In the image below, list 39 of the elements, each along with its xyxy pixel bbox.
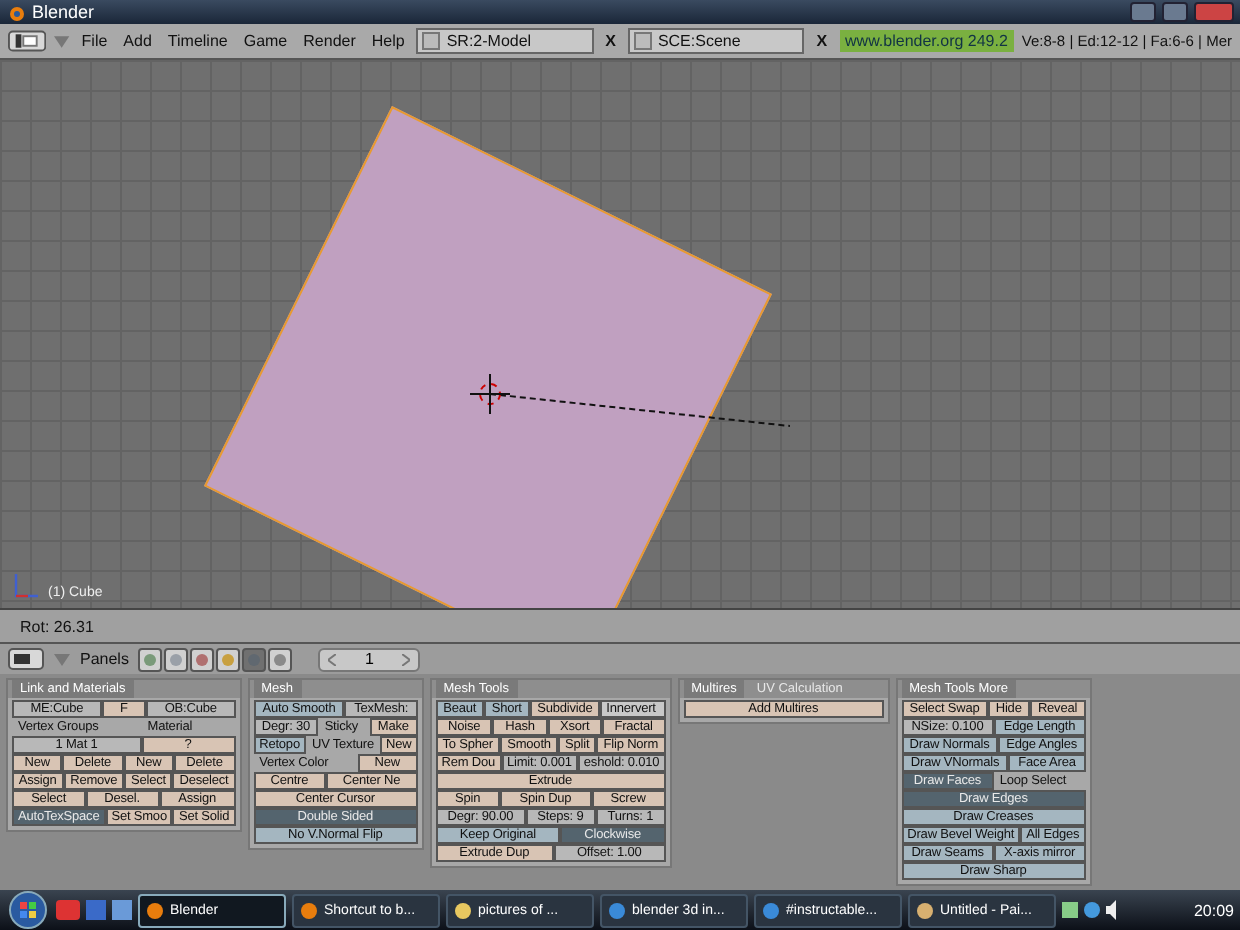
start-orb-icon[interactable]: [6, 890, 50, 930]
maximize-button[interactable]: [1162, 2, 1188, 22]
quick-launch-icon[interactable]: [56, 900, 80, 920]
app-icon: [916, 901, 934, 919]
menu-item[interactable]: Help: [367, 32, 409, 50]
context-button-icon[interactable]: [216, 647, 241, 671]
delete-screen-button[interactable]: X: [601, 32, 620, 50]
context-button-icon[interactable]: [138, 647, 163, 671]
delete-scene-button[interactable]: X: [812, 32, 832, 50]
blender-logo-icon: [6, 3, 26, 21]
app-icon: [608, 901, 626, 919]
editor-type-icon[interactable]: [8, 30, 47, 52]
window-title: Blender: [32, 2, 95, 22]
menu-item[interactable]: File: [77, 32, 112, 50]
editor-type-icon[interactable]: [8, 648, 44, 670]
app-icon: [146, 901, 164, 919]
menu-item[interactable]: Timeline: [163, 32, 232, 50]
context-button-icon[interactable]: [268, 647, 293, 671]
menu-item[interactable]: Add: [119, 32, 156, 50]
axes-icon: [12, 572, 40, 600]
context-button-icon[interactable]: [164, 647, 189, 671]
menu-item[interactable]: Game: [239, 32, 292, 50]
tray-icons-icon[interactable]: [1062, 900, 1122, 920]
clock: 20:09: [1193, 901, 1234, 919]
minimize-button[interactable]: [1130, 2, 1156, 22]
panels-label: Panels: [80, 650, 129, 668]
menu-item[interactable]: Render: [299, 32, 360, 50]
scene-selector[interactable]: SCE:Scene: [627, 28, 805, 54]
rotation-readout: Rot: 26.31: [20, 617, 94, 635]
app-icon: [762, 901, 780, 919]
panel-counter[interactable]: 1: [318, 647, 420, 671]
3d-cursor-icon: [470, 374, 510, 414]
app-icon: [454, 901, 472, 919]
app-icon: [300, 901, 318, 919]
context-button-icon[interactable]: [242, 647, 267, 671]
version-link[interactable]: www.blender.org 249.2: [839, 30, 1014, 52]
context-button-icon[interactable]: [190, 647, 215, 671]
screen-selector[interactable]: SR:2-Model: [416, 28, 594, 54]
close-button[interactable]: [1194, 2, 1234, 22]
